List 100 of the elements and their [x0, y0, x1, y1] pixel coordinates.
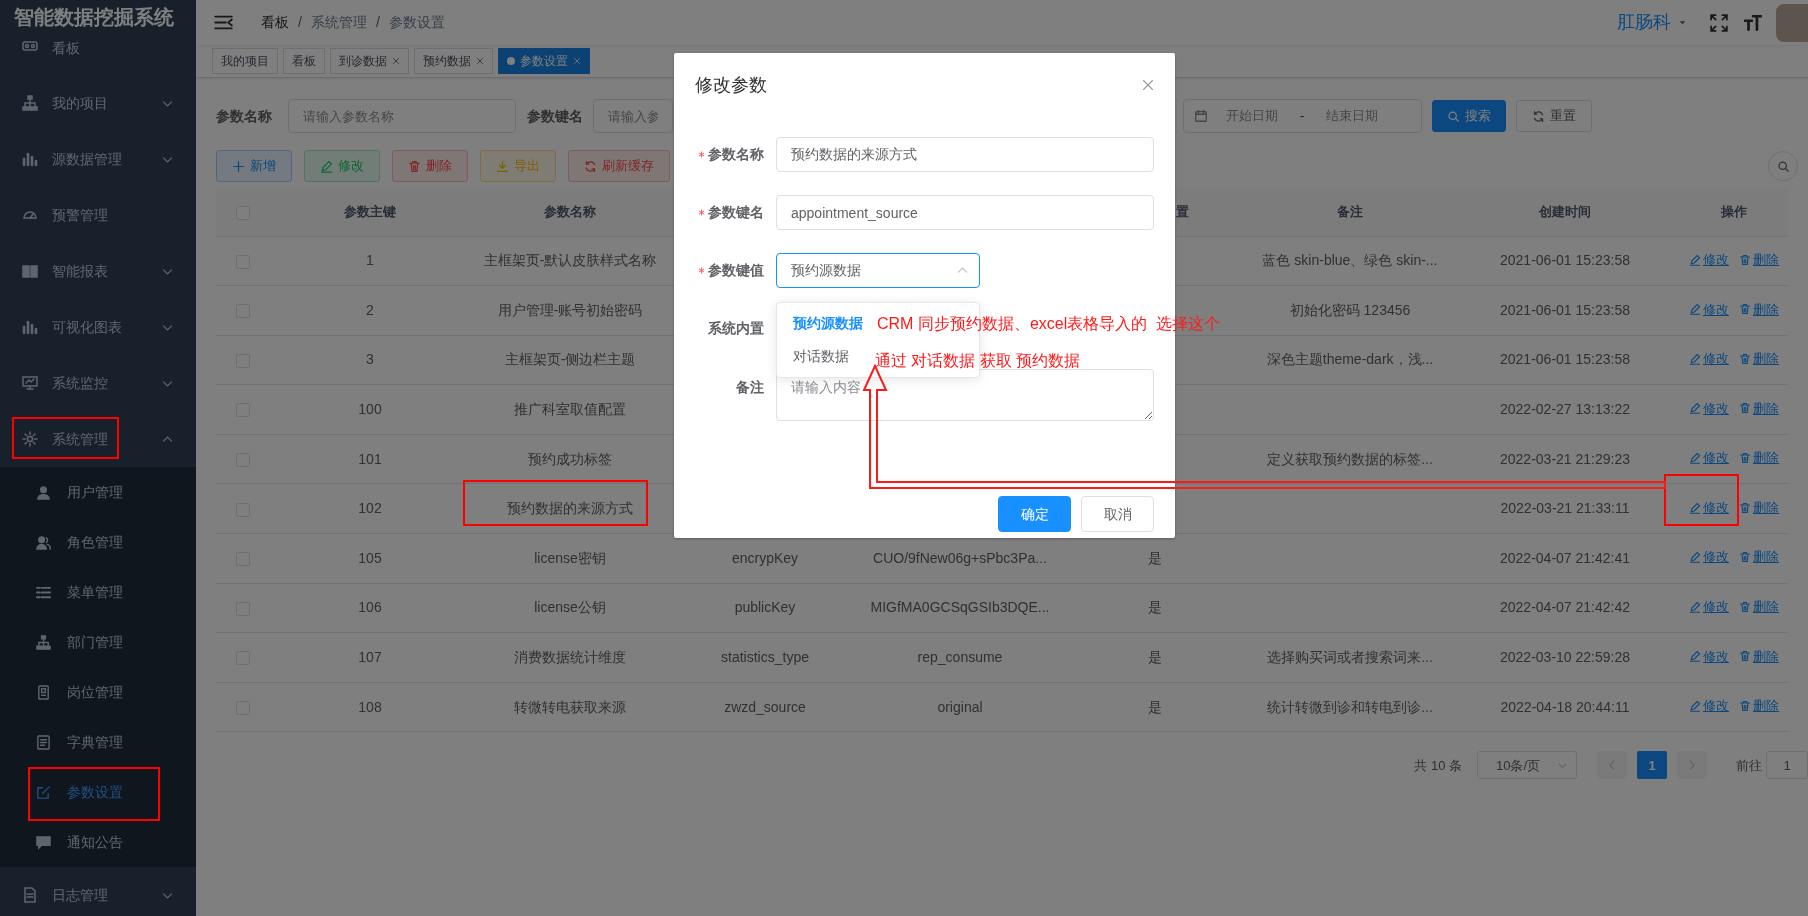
edit-icon — [36, 784, 51, 800]
text-field[interactable]: 预约数据的来源方式 — [776, 137, 1154, 172]
fullscreen-icon[interactable] — [1710, 13, 1728, 32]
trash-icon — [1739, 551, 1751, 564]
menu-icon[interactable] — [214, 13, 233, 32]
confirm-button[interactable]: 确定 — [998, 496, 1071, 532]
list-icon — [36, 584, 51, 600]
breadcrumb-item[interactable]: 系统管理 — [310, 12, 367, 33]
delete-link[interactable]: 删除 — [1739, 497, 1779, 518]
column-header: 操作 — [1721, 204, 1747, 219]
pen-icon — [1689, 700, 1701, 712]
pen-icon — [1689, 551, 1701, 564]
trash-icon — [1739, 253, 1751, 266]
submenu-item[interactable]: 字典管理 — [0, 717, 196, 767]
submenu-item[interactable]: 角色管理 — [0, 517, 196, 567]
sidebar-item[interactable]: 系统管理 — [0, 411, 196, 467]
cancel-button[interactable]: 取消 — [1081, 496, 1154, 532]
page-tab[interactable]: 看板 — [283, 48, 325, 74]
delete-link[interactable]: 删除 — [1739, 299, 1779, 319]
table-cell: 2022-04-07 21:42:42 — [1500, 599, 1630, 616]
page-tab[interactable]: 预约数据 — [414, 48, 493, 74]
sidebar-item[interactable]: 日志管理 — [0, 867, 196, 916]
trash-icon — [1739, 600, 1751, 613]
users-icon — [36, 534, 51, 550]
field-label: 参数键名 — [708, 203, 764, 222]
edit-button[interactable]: 修改 — [304, 150, 380, 182]
pen-icon — [1689, 352, 1701, 365]
avatar-placeholder[interactable] — [1776, 3, 1808, 42]
table-cell: encrypKey — [731, 549, 799, 566]
text-size-icon[interactable] — [1744, 13, 1762, 32]
table-cell: 定义获取预约数据的标签... — [1267, 450, 1433, 467]
page-tab[interactable]: 到诊数据 — [330, 48, 409, 74]
sidebar-item[interactable]: 可视化图表 — [0, 299, 196, 355]
field-label: 参数名称 — [708, 145, 764, 164]
submenu-item[interactable]: 用户管理 — [0, 467, 196, 517]
monitor-icon — [22, 375, 38, 391]
sidebar-item[interactable]: 看板 — [0, 36, 196, 75]
refresh-cache-button[interactable]: 刷新缓存 — [568, 150, 670, 182]
table-cell: 1 — [366, 252, 374, 269]
sidebar-item[interactable]: 源数据管理 — [0, 131, 196, 187]
delete-link[interactable]: 删除 — [1739, 398, 1779, 419]
dropdown-option[interactable]: 预约源数据 — [777, 307, 879, 340]
breadcrumb-item[interactable]: 看板 — [261, 12, 289, 33]
delete-link[interactable]: 删除 — [1739, 349, 1779, 369]
department-dropdown[interactable]: 肛肠科 — [1617, 9, 1688, 36]
submenu-item[interactable]: 参数设置 — [0, 767, 196, 817]
message-icon — [36, 834, 51, 850]
table-cell: 转微转电获取来源 — [514, 698, 626, 715]
search-toggle-button[interactable] — [1768, 151, 1798, 181]
table-cell: 用户管理-账号初始密码 — [497, 301, 643, 318]
sidebar-item[interactable]: 系统监控 — [0, 355, 196, 411]
book-icon — [22, 263, 38, 279]
table-cell: 3 — [366, 351, 374, 368]
sidebar-item[interactable]: 预警管理 — [0, 187, 196, 243]
table-cell: statistics_type — [721, 649, 809, 666]
add-button[interactable]: 新增 — [216, 150, 292, 182]
export-button[interactable]: 导出 — [480, 150, 556, 182]
page-tab[interactable]: 我的项目 — [212, 48, 278, 74]
delete-link[interactable]: 删除 — [1739, 448, 1779, 468]
close-icon[interactable] — [476, 57, 484, 65]
id-card-icon — [36, 684, 51, 700]
page-number[interactable]: 1 — [1637, 751, 1667, 780]
table-cell: 2021-06-01 15:23:58 — [1500, 301, 1630, 318]
page-tab[interactable]: 参数设置 — [498, 48, 590, 74]
delete-link[interactable]: 删除 — [1739, 696, 1779, 716]
column-header: 参数名称 — [544, 204, 596, 219]
select-field[interactable]: 预约源数据 — [776, 253, 980, 288]
table-cell: license公钥 — [534, 599, 606, 616]
text-field[interactable]: appointment_source — [776, 195, 1154, 230]
breadcrumb-separator: / — [375, 13, 380, 32]
field-label: 系统内置 — [708, 319, 764, 338]
reset-button[interactable]: 重置 — [1516, 100, 1592, 132]
previous-page-button[interactable] — [1597, 751, 1627, 780]
submenu-item[interactable]: 岗位管理 — [0, 667, 196, 717]
delete-link[interactable]: 删除 — [1739, 597, 1779, 617]
delete-link[interactable]: 删除 — [1739, 646, 1779, 667]
delete-link[interactable]: 删除 — [1739, 547, 1779, 567]
table-cell: rep_consume — [917, 649, 1003, 666]
table-cell: 2022-02-27 13:13:22 — [1500, 401, 1630, 418]
submenu-item[interactable]: 部门管理 — [0, 617, 196, 667]
submenu-item[interactable]: 菜单管理 — [0, 567, 196, 617]
table-cell: 102 — [358, 500, 382, 517]
sidebar-item[interactable]: 智能报表 — [0, 243, 196, 299]
sidebar-item[interactable]: 我的项目 — [0, 75, 196, 131]
page-size-select[interactable]: 10条/页 — [1477, 751, 1577, 780]
column-header: 参数主键 — [344, 204, 396, 219]
column-header: 备注 — [1337, 204, 1363, 219]
field-label: 备注 — [736, 378, 764, 397]
search-button[interactable]: 搜索 — [1432, 100, 1506, 132]
submenu-item[interactable]: 通知公告 — [0, 817, 196, 867]
table-cell: MIGfMA0GCSqGSIb3DQE... — [870, 599, 1050, 616]
next-page-button[interactable] — [1677, 751, 1707, 780]
table-cell: 2021-06-01 15:23:58 — [1500, 351, 1630, 368]
close-icon[interactable] — [1141, 78, 1155, 92]
close-icon[interactable] — [392, 57, 400, 65]
delete-button[interactable]: 删除 — [392, 150, 468, 182]
table-cell: 统计转微到诊和转电到诊... — [1267, 698, 1433, 715]
goto-page-field[interactable]: 1 — [1766, 751, 1808, 780]
table-cell: 主框架页-侧边栏主题 — [504, 351, 636, 368]
delete-link[interactable]: 删除 — [1739, 249, 1779, 270]
